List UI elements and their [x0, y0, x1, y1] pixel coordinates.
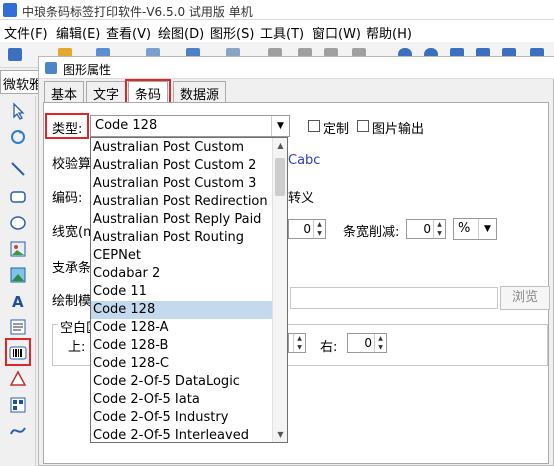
- image-output-checkbox[interactable]: [357, 120, 369, 132]
- list-item[interactable]: Code 2-Of-5 Interleaved: [91, 427, 273, 442]
- barcode-type-value: Code 128: [95, 118, 158, 133]
- list-item[interactable]: Code 128-A: [91, 319, 273, 337]
- menu-view[interactable]: 查看(V): [106, 23, 151, 42]
- window-title: 中琅条码标签打印软件-V6.5.0 试用版 单机: [22, 5, 253, 19]
- image-icon[interactable]: [7, 238, 29, 260]
- ellipse-icon[interactable]: [7, 212, 29, 234]
- list-item[interactable]: Code 2-Of-5 Iata: [91, 391, 273, 409]
- barcode-type-select[interactable]: Code 128 ▼: [90, 115, 290, 137]
- type-label-highlight: [45, 113, 89, 139]
- list-item[interactable]: Code 11: [91, 283, 273, 301]
- escape-label: 转义: [288, 191, 315, 206]
- spinner-arrows-icon[interactable]: ▲ ▼: [313, 220, 325, 238]
- line-width-spinner[interactable]: 0 ▲ ▼: [288, 219, 326, 239]
- list-item[interactable]: Australian Post Redirection: [91, 193, 273, 211]
- menu-tools[interactable]: 工具(T): [260, 23, 304, 42]
- barcode-type-dropdown-list[interactable]: Australian Post Custom Australian Post C…: [90, 137, 288, 443]
- drawing-toolbar: A: [0, 96, 36, 466]
- right-margin-label: 右:: [320, 340, 338, 355]
- bar-reduce-unit-value: %: [458, 221, 471, 236]
- tab-text[interactable]: 文字: [86, 81, 127, 103]
- draw-mode-path-input[interactable]: [290, 287, 498, 309]
- list-item[interactable]: Code 128-C: [91, 355, 273, 373]
- menu-help[interactable]: 帮助(H): [366, 23, 412, 42]
- top-margin-label: 上:: [68, 340, 86, 355]
- text-icon[interactable]: A: [7, 290, 29, 312]
- shape-icon[interactable]: [7, 368, 29, 390]
- dropdown-scrollbar[interactable]: ▲ ▼: [272, 138, 287, 442]
- list-item[interactable]: Australian Post Custom 3: [91, 175, 273, 193]
- picture-icon[interactable]: [7, 264, 29, 286]
- list-item-selected[interactable]: Code 128: [91, 301, 273, 319]
- spinner-arrows-icon[interactable]: ▲ ▼: [293, 334, 305, 352]
- line-width-value: 0: [303, 222, 311, 236]
- line-icon[interactable]: [7, 158, 29, 180]
- app-logo-icon: [3, 3, 17, 17]
- dialog-title: 图形属性: [63, 63, 112, 77]
- scroll-up-icon[interactable]: ▲: [273, 138, 288, 153]
- bar-reduce-unit-select[interactable]: % ▼: [453, 218, 497, 240]
- pointer-icon[interactable]: [7, 100, 29, 122]
- list-item[interactable]: Australian Post Custom: [91, 139, 273, 157]
- list-item[interactable]: Code 2-Of-5 DataLogic: [91, 373, 273, 391]
- right-margin-value: 0: [364, 336, 372, 350]
- rich-text-icon[interactable]: [7, 316, 29, 338]
- qrcode-icon[interactable]: [7, 394, 29, 416]
- menu-file[interactable]: 文件(F): [4, 23, 48, 42]
- rectangle-icon[interactable]: [7, 186, 29, 208]
- list-item[interactable]: Australian Post Reply Paid: [91, 211, 273, 229]
- list-item[interactable]: Australian Post Routing: [91, 229, 273, 247]
- font-selector[interactable]: 微软雅: [0, 70, 42, 94]
- bar-reduce-value: 0: [423, 222, 431, 236]
- list-item[interactable]: CEPNet: [91, 247, 273, 265]
- support-bar-label: 支承条: [52, 261, 92, 276]
- bar-reduce-spinner[interactable]: 0 ▲ ▼: [406, 219, 446, 239]
- bar-reduce-label: 条宽削减:: [343, 225, 400, 240]
- menu-shape[interactable]: 图形(S): [210, 23, 254, 42]
- custom-label: 定制: [323, 122, 350, 137]
- menu-window[interactable]: 窗口(W): [312, 23, 361, 42]
- curve-icon[interactable]: [7, 420, 29, 442]
- checksum-value: Cabc: [288, 153, 321, 168]
- list-item[interactable]: Code 2-Of-5 Industry: [91, 409, 273, 427]
- menu-edit[interactable]: 编辑(E): [56, 23, 100, 42]
- scrollbar-thumb[interactable]: [275, 158, 285, 196]
- list-item[interactable]: Codabar 2: [91, 265, 273, 283]
- list-item[interactable]: Code 128-B: [91, 337, 273, 355]
- tab-basic[interactable]: 基本: [44, 81, 85, 103]
- draw-mode-label: 绘制模: [52, 294, 92, 309]
- browse-button[interactable]: 浏览: [500, 286, 550, 310]
- new-icon[interactable]: [8, 48, 22, 61]
- menu-draw[interactable]: 绘图(D): [158, 23, 204, 42]
- custom-checkbox[interactable]: [308, 120, 320, 132]
- image-output-label: 图片输出: [372, 122, 425, 137]
- barcode-tool-highlight: [5, 338, 31, 366]
- menu-bar: 文件(F) 编辑(E) 查看(V) 绘图(D) 图形(S) 工具(T) 窗口(W…: [0, 20, 554, 42]
- dialog-titlebar: 图形属性: [39, 57, 554, 79]
- rotate-icon[interactable]: [7, 126, 29, 148]
- dialog-icon: [45, 62, 57, 74]
- tab-datasource[interactable]: 数据源: [173, 81, 227, 103]
- scroll-down-icon[interactable]: ▼: [273, 427, 288, 442]
- encoding-label: 编码:: [52, 191, 83, 206]
- list-item[interactable]: Australian Post Custom 2: [91, 157, 273, 175]
- checksum-label: 校验算: [52, 157, 92, 172]
- window-titlebar: 中琅条码标签打印软件-V6.5.0 试用版 单机: [0, 0, 554, 20]
- top-margin-spinner[interactable]: ▲ ▼: [288, 333, 306, 353]
- chevron-down-icon[interactable]: ▼: [478, 219, 496, 239]
- spinner-arrows-icon[interactable]: ▲ ▼: [433, 220, 445, 238]
- spinner-arrows-icon[interactable]: ▲ ▼: [374, 334, 386, 352]
- svg-text:A: A: [12, 293, 24, 310]
- chevron-down-icon[interactable]: ▼: [271, 116, 289, 136]
- right-margin-spinner[interactable]: 0 ▲ ▼: [347, 333, 387, 353]
